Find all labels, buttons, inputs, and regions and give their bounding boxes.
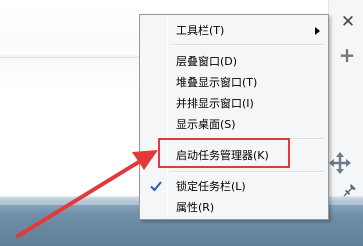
menu-item-label: 层叠窗口(D) [176,55,238,68]
chevron-right-icon [315,27,320,35]
menu-item-cascade-windows[interactable]: 层叠窗口(D) [142,51,326,72]
menu-item-stack-windows[interactable]: 堆叠显示窗口(T) [142,72,326,93]
menu-separator [170,171,324,173]
pin-icon[interactable] [343,183,357,197]
menu-separator [170,44,324,46]
menu-item-label: 并排显示窗口(I) [176,97,254,110]
menu-item-show-desktop[interactable]: 显示桌面(S) [142,114,326,135]
move-icon[interactable] [327,150,353,176]
menu-item-side-by-side[interactable]: 并排显示窗口(I) [142,93,326,114]
menu-item-toolbars[interactable]: 工具栏(T) [142,20,326,41]
menu-item-lock-taskbar[interactable]: 锁定任务栏(L) [142,176,326,197]
menu-item-label: 属性(R) [176,201,215,214]
menu-item-label: 锁定任务栏(L) [176,180,246,193]
plus-icon[interactable]: + [338,45,356,65]
menu-item-label: 堆叠显示窗口(T) [176,76,258,89]
taskbar-context-menu: 工具栏(T) 层叠窗口(D) 堆叠显示窗口(T) 并排显示窗口(I) 显示桌面(… [139,14,329,220]
menu-item-properties[interactable]: 属性(R) [142,197,326,218]
close-icon[interactable]: ✕ [339,13,357,31]
menu-item-label: 工具栏(T) [176,24,225,37]
window-divider [0,57,140,58]
menu-item-label: 显示桌面(S) [176,118,236,131]
check-icon [150,181,162,192]
annotation-highlight-box [158,138,290,168]
